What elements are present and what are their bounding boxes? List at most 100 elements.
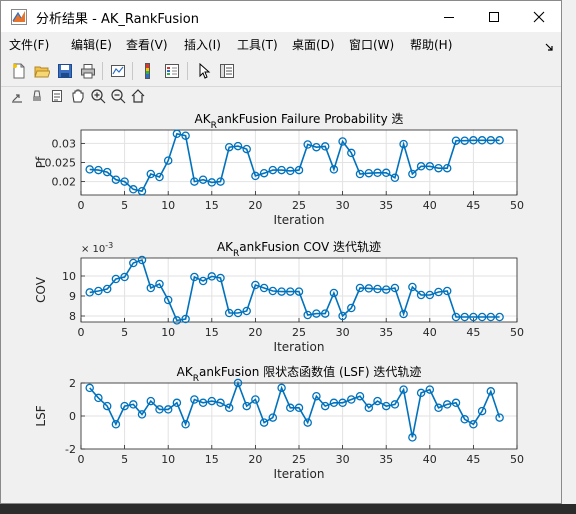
axes-2: 0 5 10 15 20 25 30 35 40 45 50 8 9 10 AKRankFusion COV…: [34, 240, 524, 354]
x-tick-label: 30: [336, 453, 350, 466]
x-tick-label: 40: [423, 199, 437, 212]
colorbar-icon: [145, 63, 150, 79]
x-tick-label: 20: [248, 326, 262, 339]
axes-title: AKRankFusion COV 迭代轨迹: [217, 240, 381, 259]
minimize-icon: [443, 16, 454, 18]
axes-title-text: AK: [217, 240, 234, 254]
pointer-icon: [199, 63, 211, 79]
x-tick-label: 25: [292, 453, 306, 466]
insert-colorbar-button[interactable]: [139, 61, 159, 81]
menu-window[interactable]: 窗口(W): [349, 36, 394, 53]
axes-1: 0 5 10 15 20 25 30 35 40 45 50 0.02 0.025 0.03 AKRankF…: [34, 112, 524, 227]
y-tick-label: 8: [69, 310, 76, 323]
x-tick-label: 15: [205, 326, 219, 339]
print-figure-button[interactable]: [78, 61, 98, 81]
legend-icon: [165, 64, 179, 78]
link-plot-icon: [111, 65, 125, 77]
y-axis-label: Pf: [34, 156, 48, 168]
y-tick-label: 9: [69, 290, 76, 303]
home-icon[interactable]: [131, 89, 145, 103]
maximize-button[interactable]: [471, 1, 516, 32]
figure-window: 分析结果 - AK_RankFusion 文件(F) 编辑(E) 查看(V) 插…: [0, 0, 562, 504]
open-file-button[interactable]: [32, 61, 52, 81]
menu-tools[interactable]: 工具(T): [237, 36, 278, 53]
close-button[interactable]: [516, 1, 561, 32]
axes-title-text: ankFusion COV 迭代轨迹: [239, 240, 381, 254]
x-tick-label: 25: [292, 199, 306, 212]
x-tick-label: 10: [161, 453, 175, 466]
toolbar-dock-icon[interactable]: [544, 37, 554, 56]
x-tick-label: 50: [510, 453, 524, 466]
y-axis-exponent-base: × 10: [81, 244, 105, 255]
x-tick-label: 0: [78, 326, 85, 339]
zoom-in-icon[interactable]: [91, 89, 106, 104]
pan-icon-shape: [72, 89, 84, 103]
x-axis-label: Iteration: [274, 340, 325, 354]
menu-help[interactable]: 帮助(H): [410, 36, 452, 53]
x-tick-label: 5: [121, 199, 128, 212]
x-axis-label: Iteration: [274, 467, 325, 481]
x-tick-label: 10: [161, 326, 175, 339]
axes-title-text: AK: [177, 365, 194, 379]
property-inspector-button[interactable]: [217, 61, 237, 81]
menu-file[interactable]: 文件(F): [9, 36, 49, 53]
pan-icon[interactable]: [72, 89, 84, 103]
brush-icon[interactable]: [33, 90, 41, 101]
menu-view[interactable]: 查看(V): [126, 36, 168, 53]
y-tick-label: -2: [65, 443, 76, 456]
x-tick-label: 20: [248, 453, 262, 466]
y-axis-exponent-power: -3: [105, 241, 113, 250]
matlab-icon: [11, 9, 27, 25]
minimize-button[interactable]: [426, 1, 471, 32]
y-tick-label: 10: [62, 270, 76, 283]
figure-toolbar: [1, 56, 561, 87]
y-tick-label: 0.03: [52, 137, 77, 150]
print-icon: [81, 64, 95, 79]
y-axis-label: LSF: [34, 405, 48, 426]
y-tick-label: 0.025: [45, 157, 77, 170]
axes-title-text: ankFusion 限状态函数值 (LSF) 迭代轨迹: [199, 364, 421, 379]
save-figure-button[interactable]: [55, 61, 75, 81]
property-inspector-icon: [220, 64, 234, 78]
y-tick-label: 0.02: [52, 176, 77, 189]
zoom-in-icon-shape: [94, 92, 106, 104]
link-plot-button[interactable]: [108, 61, 128, 81]
axes-title: AKRankFusion Failure Probability 迭: [195, 112, 404, 131]
axes-3: 0 5 10 15 20 25 30 35 40 45 50-202AKRankFusion 限状态…: [34, 364, 524, 481]
maximize-icon: [488, 11, 499, 22]
x-tick-label: 10: [161, 199, 175, 212]
x-tick-label: 40: [423, 453, 437, 466]
x-tick-label: 50: [510, 199, 524, 212]
menu-insert[interactable]: 插入(I): [184, 36, 221, 53]
figure-svg: 0 5 10 15 20 25 30 35 40 45 500.020.0250.03AKRankF…: [12, 89, 524, 481]
menu-edit[interactable]: 编辑(E): [71, 36, 112, 53]
x-tick-label: 45: [466, 199, 480, 212]
y-tick-label: 0: [69, 410, 76, 423]
x-tick-label: 5: [121, 453, 128, 466]
new-icon: [13, 63, 25, 79]
save-icon: [58, 64, 72, 78]
new-figure-button[interactable]: [9, 61, 29, 81]
zoom-out-icon[interactable]: [111, 89, 126, 104]
brush-icon-shape: [33, 90, 41, 98]
x-tick-label: 35: [379, 453, 393, 466]
y-tick-label: 2: [69, 377, 76, 390]
window-title: 分析结果 - AK_RankFusion: [36, 12, 199, 27]
x-tick-label: 0: [78, 199, 85, 212]
open-icon: [34, 66, 50, 78]
x-tick-label: 15: [205, 199, 219, 212]
toolbar-separator: [102, 62, 103, 80]
x-tick-label: 35: [379, 326, 393, 339]
background-window: [562, 0, 576, 514]
insert-legend-button[interactable]: [162, 61, 182, 81]
export-icon[interactable]: [12, 94, 22, 103]
x-tick-label: 30: [336, 199, 350, 212]
x-tick-label: 30: [336, 326, 350, 339]
x-tick-label: 50: [510, 326, 524, 339]
edit-plot-button[interactable]: [194, 61, 214, 81]
x-tick-label: 25: [292, 326, 306, 339]
menu-desktop[interactable]: 桌面(D): [292, 36, 335, 53]
datatip-icon[interactable]: [52, 90, 62, 102]
background-taskbar: [0, 504, 576, 514]
axes-title-text: ankFusion Failure Probability 迭: [217, 112, 404, 126]
